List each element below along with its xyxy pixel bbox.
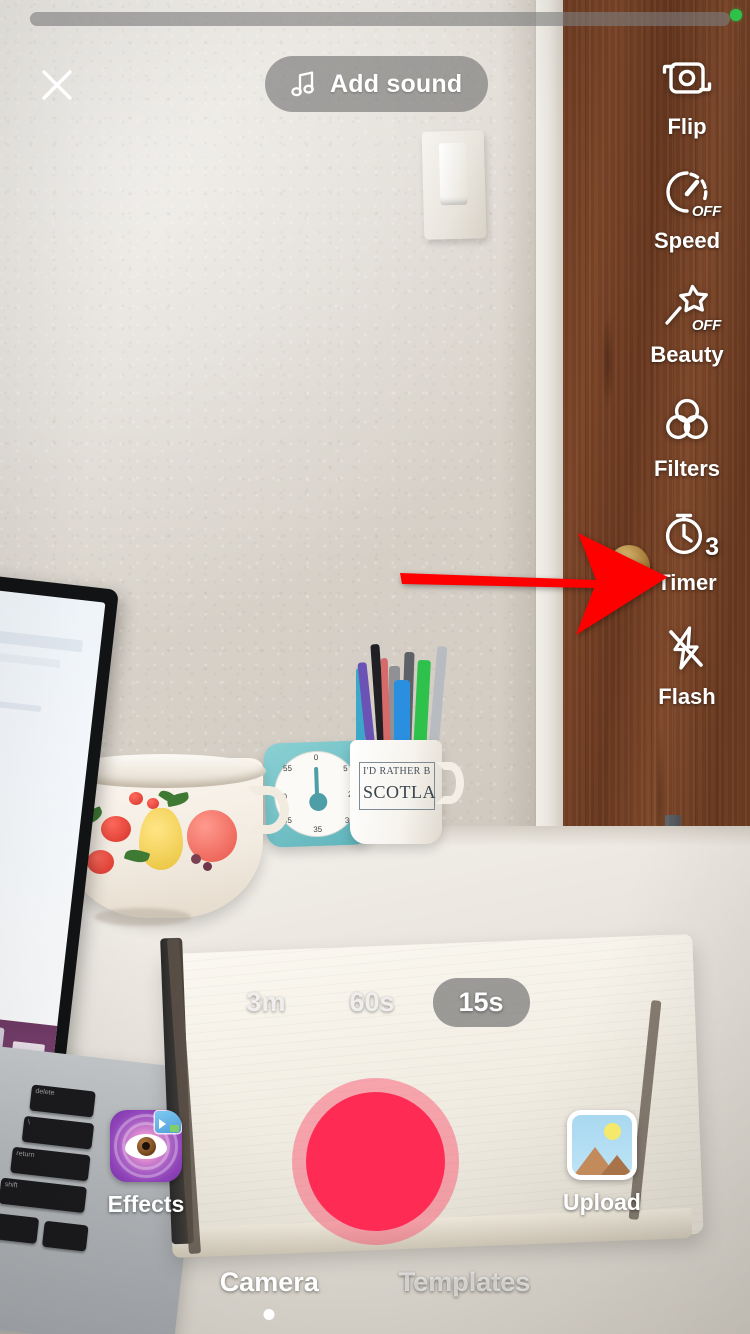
arrow-right-icon (400, 533, 668, 635)
tool-timer[interactable]: 3 Timer (632, 504, 742, 596)
add-sound-label: Add sound (330, 69, 463, 98)
duration-option-3m[interactable]: 3m (220, 978, 311, 1027)
duration-selector: 3m 60s 15s (0, 978, 750, 1027)
active-tab-indicator-dot (263, 1309, 275, 1320)
beauty-state-badge: OFF (691, 317, 721, 334)
upload-label: Upload (563, 1189, 641, 1215)
duration-option-15s[interactable]: 15s (432, 978, 530, 1027)
tool-flash[interactable]: Flash (632, 618, 742, 710)
eye-shape (125, 1133, 167, 1159)
effects-button[interactable]: Effects (86, 1110, 206, 1218)
tool-filters[interactable]: Filters (632, 390, 742, 482)
camera-active-indicator-dot (730, 9, 742, 21)
record-button-core (306, 1092, 445, 1231)
speed-state-badge: OFF (691, 203, 721, 220)
upload-button[interactable]: Upload (542, 1110, 662, 1216)
tool-label: Timer (657, 570, 717, 595)
timer-value-badge: 3 (705, 533, 719, 561)
close-icon (42, 70, 72, 100)
music-note-icon (291, 71, 314, 97)
bottom-mode-tabs: Camera Templates (0, 1267, 750, 1320)
effects-photo-badge (155, 1111, 181, 1133)
tab-templates[interactable]: Templates (399, 1267, 531, 1304)
photo-gallery-icon (567, 1110, 637, 1180)
photo-thumbnail (572, 1115, 632, 1175)
duration-option-60s[interactable]: 60s (323, 978, 420, 1027)
speedometer-icon: OFF (657, 162, 721, 222)
stopwatch-icon: 3 (657, 504, 719, 564)
tool-beauty[interactable]: OFF Beauty (632, 276, 742, 368)
tool-label: Speed (653, 228, 721, 253)
tab-camera-label: Camera (219, 1267, 319, 1297)
tool-flip[interactable]: Flip (632, 48, 742, 140)
sun-shape (604, 1123, 621, 1140)
effects-eye-icon (110, 1110, 182, 1182)
magic-wand-star-icon: OFF (657, 276, 721, 336)
tab-camera[interactable]: Camera (219, 1267, 319, 1320)
camera-ui-overlay: Add sound Flip OFF Speed OFF Beauty Filt… (0, 0, 750, 1334)
tiktok-camera-screen: 0 55 5 50 25 45 30 35 (0, 0, 750, 1334)
tool-label: Flash (658, 684, 716, 709)
tool-label: Filters (653, 456, 721, 481)
tool-label: Beauty (650, 342, 724, 367)
camera-tools-rail: Flip OFF Speed OFF Beauty Filters 3 Time… (632, 48, 742, 732)
tool-speed[interactable]: OFF Speed (632, 162, 742, 254)
annotation-arrow (400, 530, 670, 640)
record-button[interactable] (292, 1078, 459, 1245)
add-sound-button[interactable]: Add sound (265, 56, 489, 112)
tab-templates-label: Templates (398, 1267, 531, 1297)
effects-label: Effects (107, 1191, 185, 1217)
recording-progress-bar (30, 12, 730, 26)
close-button[interactable] (32, 60, 82, 110)
flip-camera-icon (657, 48, 717, 108)
tool-label: Flip (667, 114, 707, 139)
three-circles-icon (657, 390, 717, 450)
mountain-shape (601, 1155, 632, 1175)
flash-off-icon (657, 618, 717, 678)
